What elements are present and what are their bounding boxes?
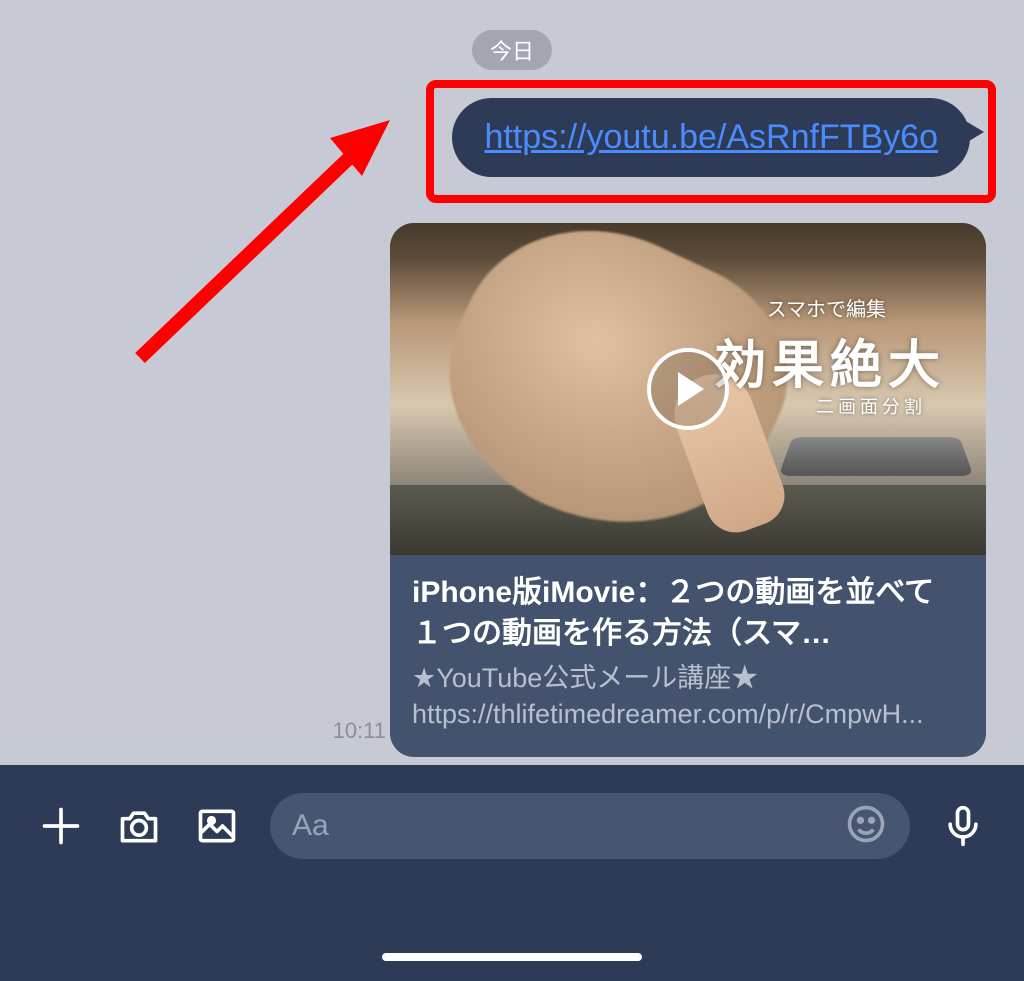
camera-icon[interactable] [114,801,164,851]
preview-description: ★YouTube公式メール講座★ https://thlifetimedream… [412,660,964,733]
message-bubble[interactable]: https://youtu.be/AsRnfFTBy6o [452,98,970,177]
message-row: https://youtu.be/AsRnfFTBy6o スマホで編集 効果絶大… [390,80,996,757]
plus-icon[interactable] [36,801,86,851]
preview-body: iPhone版iMovie：２つの動画を並べて１つの動画を作る方法（スマ… ★Y… [390,555,986,757]
play-icon[interactable] [647,348,729,430]
link-preview-card[interactable]: スマホで編集 効果絶大 二画面分割 iPhone版iMovie：２つの動画を並べ… [390,223,986,757]
image-icon[interactable] [192,801,242,851]
message-input[interactable]: Aa [270,793,910,859]
chat-area: 今日 https://youtu.be/AsRnfFTBy6o スマホで編集 効… [0,0,1024,765]
home-indicator[interactable] [382,953,642,961]
thumb-title-text: 効果絶大 [714,323,946,398]
message-timestamp: 10:11 [333,718,386,744]
input-placeholder: Aa [292,809,329,843]
thumb-sub-text: 二画面分割 [816,393,926,419]
thumb-overline-text: スマホで編集 [767,293,886,322]
date-badge: 今日 [472,30,552,70]
microphone-icon[interactable] [938,801,988,851]
input-bar: Aa [0,765,1024,981]
message-link[interactable]: https://youtu.be/AsRnfFTBy6o [484,118,938,156]
annotation-highlight-box: https://youtu.be/AsRnfFTBy6o [426,80,996,203]
annotation-arrow [120,88,420,368]
emoji-icon[interactable] [844,802,888,851]
preview-title: iPhone版iMovie：２つの動画を並べて１つの動画を作る方法（スマ… [412,573,964,654]
preview-thumbnail[interactable]: スマホで編集 効果絶大 二画面分割 [390,223,986,555]
